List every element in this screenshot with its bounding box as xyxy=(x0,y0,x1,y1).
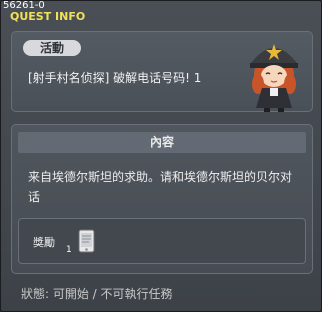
quest-summary-panel: 活動 [射手村名侦探] 破解电话号码! 1 xyxy=(11,31,313,112)
reward-item-count: 1 xyxy=(66,245,72,255)
window-title: QUEST INFO xyxy=(10,10,86,23)
content-header: 內容 xyxy=(18,132,306,153)
quest-name: [射手村名侦探] 破解电话号码! 1 xyxy=(28,71,202,85)
quest-category-badge: 活動 xyxy=(23,40,81,56)
tablet-item-icon[interactable] xyxy=(71,227,101,257)
quest-content-panel: 內容 来自埃德尔斯坦的求助。请和埃德尔斯坦的贝尔对话 獎勵 1 xyxy=(11,124,313,274)
npc-portrait-icon xyxy=(250,44,298,112)
quest-info-window: 56261-0 QUEST INFO 活動 [射手村名侦探] 破解电话号码! 1 xyxy=(0,0,322,312)
reward-box: 獎勵 1 xyxy=(18,218,306,264)
content-text: 来自埃德尔斯坦的求助。请和埃德尔斯坦的贝尔对话 xyxy=(28,170,293,204)
quest-status: 狀態: 可開始 / 不可執行任務 xyxy=(21,287,173,301)
reward-label: 獎勵 xyxy=(33,236,55,249)
